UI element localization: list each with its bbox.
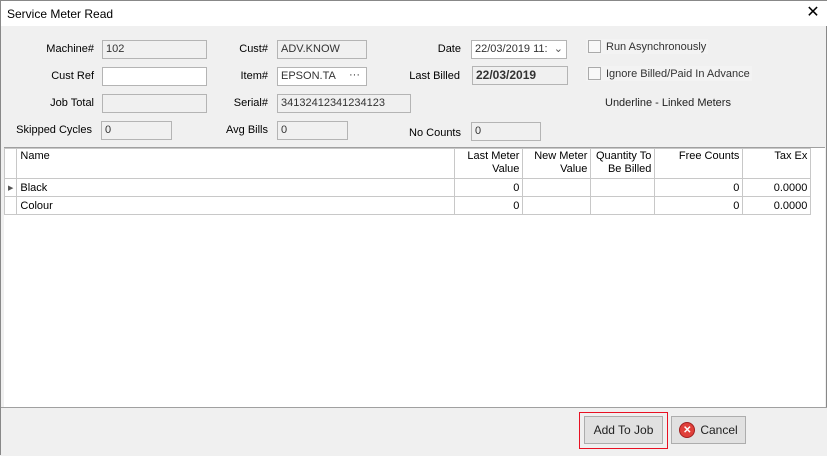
col-free-counts[interactable]: Free Counts: [654, 148, 744, 179]
item-value: EPSON.TA: [281, 70, 336, 82]
date-value: 22/03/2019 11:: [475, 43, 548, 55]
service-meter-read-dialog: Service Meter Read ✕ Machine# 102 Cust R…: [0, 0, 827, 456]
checkbox-box[interactable]: [588, 67, 601, 80]
checkbox-box[interactable]: [588, 40, 601, 53]
browse-button[interactable]: ···: [349, 69, 360, 81]
cancel-x-icon: ✕: [679, 422, 696, 438]
avgbills-label: Avg Bills: [226, 124, 268, 136]
row-indicator: [3, 196, 18, 215]
machine-label: Machine#: [46, 43, 94, 55]
cust-label: Cust#: [239, 43, 268, 55]
col-new-meter[interactable]: New Meter Value: [522, 148, 592, 179]
cancel-button[interactable]: ✕ Cancel: [671, 416, 746, 444]
ignore-billed-label: Ignore Billed/Paid In Advance: [606, 67, 750, 80]
close-icon[interactable]: ✕: [801, 3, 825, 23]
col-tax-ex[interactable]: Tax Ex: [742, 148, 812, 179]
meter-grid: Name Last Meter Value New Meter Value Qu…: [3, 147, 825, 407]
skipped-field[interactable]: 0: [101, 121, 172, 140]
cust-field[interactable]: ADV.KNOW: [277, 40, 367, 59]
machine-field[interactable]: 102: [102, 40, 207, 59]
serial-label: Serial#: [233, 97, 268, 109]
run-async-checkbox[interactable]: Run Asynchronously: [586, 39, 709, 54]
jobtotal-label: Job Total: [50, 97, 94, 109]
lastbilled-label: Last Billed: [409, 70, 460, 82]
cell-new[interactable]: [522, 178, 592, 197]
cell-tax[interactable]: 0.0000: [742, 178, 812, 197]
cell-qty[interactable]: [590, 178, 656, 197]
cell-last[interactable]: 0: [454, 178, 524, 197]
cell-qty[interactable]: [590, 196, 656, 215]
run-async-label: Run Asynchronously: [606, 40, 707, 53]
custref-field[interactable]: [102, 67, 207, 86]
window-title: Service Meter Read: [7, 7, 114, 21]
row-indicator-header: [3, 148, 18, 179]
table-row[interactable]: Colour 0 0 0.0000: [3, 196, 812, 215]
jobtotal-field[interactable]: [102, 94, 207, 113]
custref-label: Cust Ref: [51, 70, 94, 82]
cancel-label: Cancel: [700, 423, 738, 437]
date-dropdown[interactable]: 22/03/2019 11: ⌄: [471, 40, 567, 59]
cell-tax[interactable]: 0.0000: [742, 196, 812, 215]
grid-header: Name Last Meter Value New Meter Value Qu…: [3, 148, 812, 179]
table-row[interactable]: ▶ Black 0 0 0.0000: [3, 178, 812, 197]
cell-new[interactable]: [522, 196, 592, 215]
chevron-down-icon[interactable]: ⌄: [554, 42, 563, 55]
col-last-meter[interactable]: Last Meter Value: [454, 148, 524, 179]
title-bar: [1, 1, 827, 26]
cell-name[interactable]: Colour: [16, 196, 456, 215]
nocounts-field[interactable]: 0: [471, 122, 541, 141]
ignore-billed-checkbox[interactable]: Ignore Billed/Paid In Advance: [586, 66, 752, 81]
add-to-job-button[interactable]: Add To Job: [584, 416, 663, 444]
col-name[interactable]: Name: [16, 148, 456, 179]
item-label: Item#: [240, 70, 268, 82]
cell-name[interactable]: Black: [16, 178, 456, 197]
cell-last[interactable]: 0: [454, 196, 524, 215]
date-label: Date: [437, 43, 461, 55]
item-field[interactable]: EPSON.TA ···: [277, 67, 367, 86]
serial-field[interactable]: 34132412341234123: [277, 94, 411, 113]
col-quantity[interactable]: Quantity To Be Billed: [590, 148, 656, 179]
nocounts-label: No Counts: [409, 127, 461, 139]
cell-free[interactable]: 0: [654, 178, 744, 197]
skipped-label: Skipped Cycles: [16, 124, 92, 136]
avgbills-field[interactable]: 0: [277, 121, 348, 140]
linked-meters-legend: Underline - Linked Meters: [605, 97, 731, 109]
current-row-icon: ▶: [3, 178, 18, 197]
cell-free[interactable]: 0: [654, 196, 744, 215]
lastbilled-field: 22/03/2019: [472, 66, 568, 85]
